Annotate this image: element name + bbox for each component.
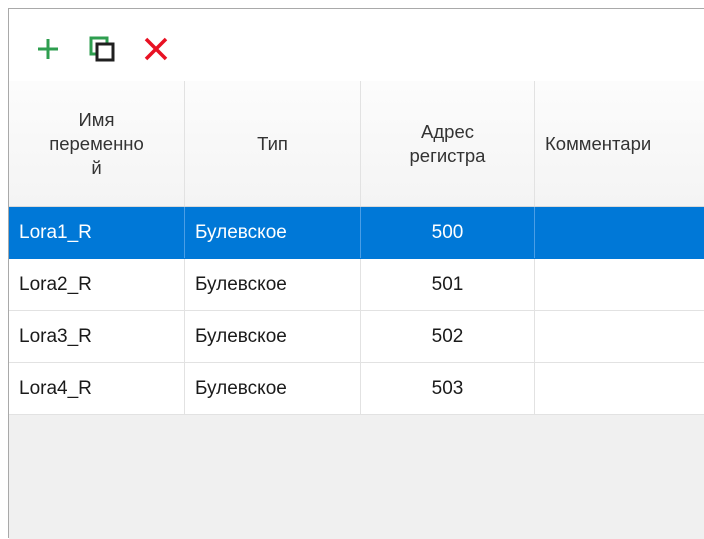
cell-address[interactable]: 502 bbox=[361, 311, 535, 362]
cell-address[interactable]: 500 bbox=[361, 207, 535, 258]
column-header-address[interactable]: Адрес регистра bbox=[361, 81, 535, 206]
close-icon bbox=[144, 37, 168, 61]
column-header-type[interactable]: Тип bbox=[185, 81, 361, 206]
cell-type[interactable]: Булевское bbox=[185, 311, 361, 362]
table-empty-area[interactable] bbox=[9, 415, 704, 539]
delete-button[interactable] bbox=[142, 35, 170, 63]
cell-comment[interactable] bbox=[535, 207, 704, 258]
table-row[interactable]: Lora3_R Булевское 502 bbox=[9, 311, 704, 363]
duplicate-icon bbox=[89, 36, 115, 62]
copy-button[interactable] bbox=[88, 35, 116, 63]
cell-address[interactable]: 501 bbox=[361, 259, 535, 310]
cell-address[interactable]: 503 bbox=[361, 363, 535, 414]
table-row[interactable]: Lora4_R Булевское 503 bbox=[9, 363, 704, 415]
cell-name[interactable]: Lora3_R bbox=[9, 311, 185, 362]
toolbar bbox=[9, 9, 704, 81]
cell-comment[interactable] bbox=[535, 259, 704, 310]
column-header-name[interactable]: Имя переменно й bbox=[9, 81, 185, 206]
cell-name[interactable]: Lora4_R bbox=[9, 363, 185, 414]
table-row[interactable]: Lora1_R Булевское 500 bbox=[9, 207, 704, 259]
variables-table: Имя переменно й Тип Адрес регистра Комме… bbox=[9, 81, 704, 415]
table-row[interactable]: Lora2_R Булевское 501 bbox=[9, 259, 704, 311]
plus-icon bbox=[38, 39, 58, 59]
cell-type[interactable]: Булевское bbox=[185, 207, 361, 258]
cell-type[interactable]: Булевское bbox=[185, 363, 361, 414]
cell-type[interactable]: Булевское bbox=[185, 259, 361, 310]
table-header: Имя переменно й Тип Адрес регистра Комме… bbox=[9, 81, 704, 207]
cell-name[interactable]: Lora2_R bbox=[9, 259, 185, 310]
cell-name[interactable]: Lora1_R bbox=[9, 207, 185, 258]
add-button[interactable] bbox=[34, 35, 62, 63]
cell-comment[interactable] bbox=[535, 363, 704, 414]
cell-comment[interactable] bbox=[535, 311, 704, 362]
column-header-comment[interactable]: Комментари bbox=[535, 81, 704, 206]
variables-panel: Имя переменно й Тип Адрес регистра Комме… bbox=[8, 8, 704, 539]
